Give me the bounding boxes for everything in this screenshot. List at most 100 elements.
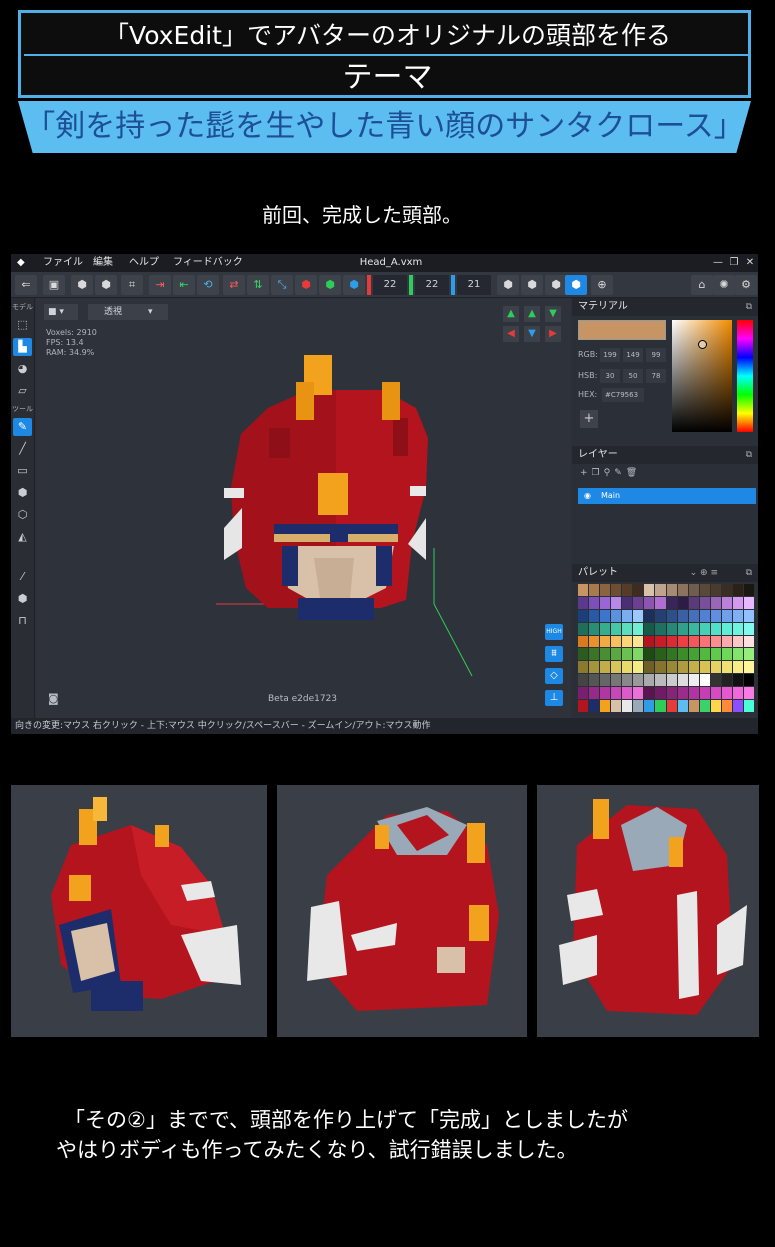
minimize-icon[interactable]: — bbox=[711, 254, 725, 272]
fill-bucket-icon[interactable]: ◭ bbox=[13, 528, 32, 546]
palette-swatch[interactable] bbox=[710, 596, 721, 609]
palette-swatch[interactable] bbox=[611, 687, 622, 700]
palette-swatch[interactable] bbox=[611, 596, 622, 609]
palette-swatch[interactable] bbox=[589, 635, 600, 648]
crop-icon[interactable]: ⌗ bbox=[121, 275, 143, 295]
axis-toggle-icon[interactable]: ⊥ bbox=[545, 690, 563, 706]
palette-swatch[interactable] bbox=[622, 674, 633, 687]
hsb-s-field[interactable]: 50 bbox=[623, 369, 643, 383]
palette-collapse-icon[interactable]: ⌄ ⊕ ≡ bbox=[690, 564, 718, 582]
palette-swatch[interactable] bbox=[633, 687, 644, 700]
palette-swatch[interactable] bbox=[677, 609, 688, 622]
palette-swatch[interactable] bbox=[732, 700, 743, 712]
palette-swatch[interactable] bbox=[655, 609, 666, 622]
palette-swatch[interactable] bbox=[644, 687, 655, 700]
layer-expand-icon[interactable]: ⧉ bbox=[746, 446, 752, 464]
target-icon[interactable]: ⊕ bbox=[591, 275, 613, 295]
palette-swatch[interactable] bbox=[721, 674, 732, 687]
saturation-value-field[interactable] bbox=[672, 320, 732, 432]
palette-swatch[interactable] bbox=[743, 661, 754, 674]
palette-swatch[interactable] bbox=[622, 648, 633, 661]
grid-toggle-icon[interactable]: ⩩ bbox=[545, 646, 563, 662]
palette-swatch[interactable] bbox=[578, 687, 589, 700]
palette-swatch[interactable] bbox=[743, 622, 754, 635]
palette-swatch[interactable] bbox=[600, 622, 611, 635]
palette-swatch[interactable] bbox=[666, 687, 677, 700]
box-icon[interactable]: ⬢ bbox=[13, 484, 32, 502]
palette-swatch[interactable] bbox=[644, 635, 655, 648]
palette-swatch[interactable] bbox=[699, 661, 710, 674]
add-color-icon[interactable]: + bbox=[580, 410, 598, 428]
palette-swatch[interactable] bbox=[578, 648, 589, 661]
pencil-icon[interactable]: ✎ bbox=[13, 418, 32, 436]
palette-swatch[interactable] bbox=[688, 661, 699, 674]
palette-swatch[interactable] bbox=[589, 700, 600, 712]
palette-swatch[interactable] bbox=[710, 635, 721, 648]
palette-swatch[interactable] bbox=[611, 674, 622, 687]
palette-swatch[interactable] bbox=[710, 687, 721, 700]
palette-swatch[interactable] bbox=[600, 596, 611, 609]
menu-edit[interactable]: 編集 bbox=[93, 254, 113, 272]
palette-swatch[interactable] bbox=[699, 687, 710, 700]
palette-swatch[interactable] bbox=[677, 584, 688, 596]
palette-swatch[interactable] bbox=[699, 635, 710, 648]
palette-swatch[interactable] bbox=[710, 674, 721, 687]
palette-swatch[interactable] bbox=[743, 584, 754, 596]
screenshot-camera-icon[interactable]: ◙ bbox=[48, 692, 59, 705]
palette-swatch[interactable] bbox=[677, 700, 688, 712]
palette-swatch[interactable] bbox=[743, 635, 754, 648]
palette-swatch[interactable] bbox=[622, 609, 633, 622]
palette-swatch[interactable] bbox=[699, 584, 710, 596]
palette-swatch[interactable] bbox=[600, 609, 611, 622]
palette-swatch[interactable] bbox=[611, 584, 622, 596]
axis-y-cube-icon[interactable]: ⬢ bbox=[319, 275, 341, 295]
palette-swatch[interactable] bbox=[611, 622, 622, 635]
palette-swatch[interactable] bbox=[710, 622, 721, 635]
palette-swatch[interactable] bbox=[666, 584, 677, 596]
palette-swatch[interactable] bbox=[600, 648, 611, 661]
palette-swatch[interactable] bbox=[721, 584, 732, 596]
palette-swatch[interactable] bbox=[633, 609, 644, 622]
palette-swatch[interactable] bbox=[644, 596, 655, 609]
palette-swatch[interactable] bbox=[688, 648, 699, 661]
palette-swatch[interactable] bbox=[677, 596, 688, 609]
palette-swatch[interactable] bbox=[589, 687, 600, 700]
line-icon[interactable]: ╱ bbox=[13, 440, 32, 458]
palette-swatch[interactable] bbox=[622, 635, 633, 648]
color-picker-handle[interactable] bbox=[698, 340, 707, 349]
maximize-icon[interactable]: ❐ bbox=[727, 254, 741, 272]
palette-swatch[interactable] bbox=[600, 661, 611, 674]
mirror-x-icon[interactable]: ⇄ bbox=[223, 275, 245, 295]
menu-file[interactable]: ファイル bbox=[43, 254, 83, 272]
palette-swatch[interactable] bbox=[578, 584, 589, 596]
palette-swatch[interactable] bbox=[611, 635, 622, 648]
view-cube-3-icon[interactable]: ⬢ bbox=[545, 275, 567, 295]
add-layer-icon[interactable]: + bbox=[580, 468, 592, 478]
y-size-field[interactable]: 22 bbox=[415, 275, 449, 295]
palette-swatch[interactable] bbox=[677, 622, 688, 635]
palette-swatch[interactable] bbox=[688, 584, 699, 596]
palette-swatch[interactable] bbox=[721, 596, 732, 609]
rotate-icon[interactable]: ⟲ bbox=[197, 275, 219, 295]
palette-swatch[interactable] bbox=[600, 687, 611, 700]
palette-swatch[interactable] bbox=[655, 622, 666, 635]
palette-swatch[interactable] bbox=[644, 661, 655, 674]
palette-swatch[interactable] bbox=[721, 648, 732, 661]
view-cube-2-icon[interactable]: ⬢ bbox=[521, 275, 543, 295]
palette-swatch[interactable] bbox=[655, 687, 666, 700]
camera-icon[interactable]: ⌂ bbox=[691, 275, 713, 295]
import-icon[interactable]: ⇥ bbox=[149, 275, 171, 295]
palette-swatch[interactable] bbox=[666, 661, 677, 674]
cube-icon[interactable]: ⬢ bbox=[95, 275, 117, 295]
rectangle-icon[interactable]: ▭ bbox=[13, 462, 32, 480]
3d-viewport[interactable]: ■ ▾ 透視 ▾ Voxels: 2910 FPS: 13.4 RAM: 34.9… bbox=[36, 298, 571, 718]
palette-swatch[interactable] bbox=[578, 700, 589, 712]
rgb-r-field[interactable]: 199 bbox=[600, 348, 620, 362]
palette-swatch[interactable] bbox=[666, 635, 677, 648]
axis-x-cube-icon[interactable]: ⬢ bbox=[295, 275, 317, 295]
palette-swatch[interactable] bbox=[688, 687, 699, 700]
edit-layer-icon[interactable]: ✎ bbox=[614, 468, 626, 478]
back-icon[interactable]: ⇐ bbox=[15, 275, 37, 295]
palette-swatch[interactable] bbox=[578, 609, 589, 622]
palette-swatch[interactable] bbox=[655, 648, 666, 661]
